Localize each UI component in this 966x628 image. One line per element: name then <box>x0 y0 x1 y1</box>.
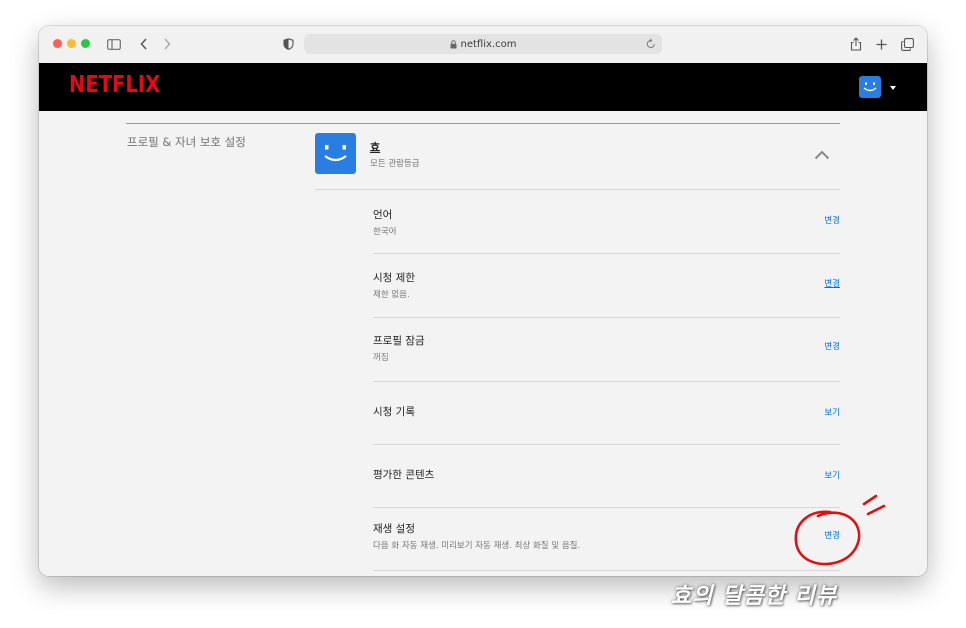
chevron-up-icon[interactable] <box>814 145 830 164</box>
profile-name[interactable]: 효 <box>370 139 380 155</box>
browser-toolbar: netflix.com <box>39 26 927 64</box>
setting-title: 언어 <box>373 209 393 221</box>
url-text: netflix.com <box>460 38 517 50</box>
new-tab-icon[interactable] <box>872 35 890 53</box>
setting-title: 시청 제한 <box>373 272 415 284</box>
address-bar[interactable]: netflix.com <box>304 34 662 54</box>
section-label: 프로필 & 자녀 보호 설정 <box>127 135 246 149</box>
settings-row-viewing-activity: 시청 기록 보기 <box>373 381 840 445</box>
settings-row-language: 언어 한국어 변경 <box>373 190 840 254</box>
red-circle-annotation <box>752 490 902 584</box>
change-language-link[interactable]: 변경 <box>824 214 840 226</box>
setting-title: 재생 설정 <box>373 523 415 535</box>
change-viewing-restrictions-link[interactable]: 변경 <box>824 277 840 289</box>
profile-avatar <box>315 133 356 174</box>
smiley-avatar-icon <box>863 82 877 92</box>
view-ratings-link[interactable]: 보기 <box>824 469 840 481</box>
netflix-logo[interactable]: NETFLIX <box>69 72 160 98</box>
forward-icon[interactable] <box>158 35 176 53</box>
netflix-header: NETFLIX <box>39 63 927 111</box>
close-window-button[interactable] <box>53 39 62 48</box>
back-icon[interactable] <box>135 35 153 53</box>
lock-icon <box>450 39 457 49</box>
reload-icon[interactable] <box>646 38 656 52</box>
setting-value: 다음 화 자동 재생. 미리보기 자동 재생. 최상 화질 및 음질. <box>373 541 581 551</box>
setting-value: 제한 없음. <box>373 290 410 300</box>
tab-overview-icon[interactable] <box>898 35 916 53</box>
minimize-window-button[interactable] <box>67 39 76 48</box>
profile-rating: 모든 관람등급 <box>370 159 420 169</box>
account-menu-caret-icon[interactable] <box>890 86 896 90</box>
settings-row-profile-lock: 프로필 잠금 꺼짐 변경 <box>373 318 840 382</box>
setting-value: 한국어 <box>373 227 397 237</box>
setting-title: 프로필 잠금 <box>373 335 425 347</box>
share-icon[interactable] <box>847 35 865 53</box>
divider <box>126 123 840 124</box>
smiley-avatar-icon <box>324 145 347 162</box>
view-viewing-activity-link[interactable]: 보기 <box>824 406 840 418</box>
sidebar-toggle-icon[interactable] <box>105 35 123 53</box>
setting-value: 꺼짐 <box>373 353 389 363</box>
change-profile-lock-link[interactable]: 변경 <box>824 340 840 352</box>
zoom-window-button[interactable] <box>81 39 90 48</box>
account-avatar[interactable] <box>859 76 881 98</box>
setting-title: 평가한 콘텐츠 <box>373 469 435 481</box>
shield-icon[interactable] <box>279 35 297 53</box>
settings-row-viewing-restrictions: 시청 제한 제한 없음. 변경 <box>373 254 840 318</box>
setting-title: 시청 기록 <box>373 406 415 418</box>
blog-watermark: 효의 달콤한 리뷰 <box>671 583 837 609</box>
